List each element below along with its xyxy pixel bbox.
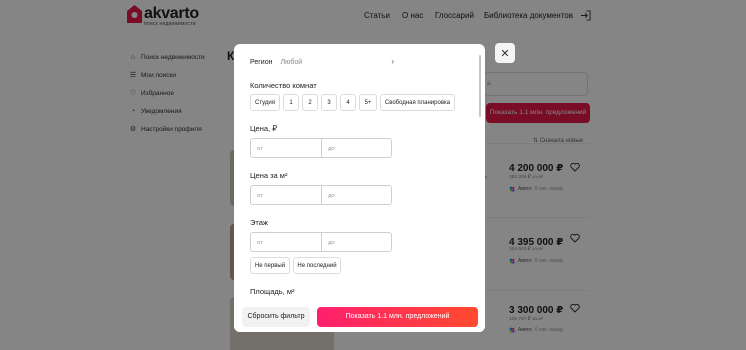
area-section-title: Площадь, м² [250,287,295,296]
close-modal-button[interactable]: ✕ [495,43,515,63]
region-value: Любой [280,58,303,66]
price-section-title: Цена, ₽ [250,124,277,133]
chevron-right-icon: › [391,57,394,66]
price-m2-from-input[interactable]: от [251,186,321,204]
floor-range: от до [250,232,392,252]
apply-filter-button[interactable]: Показать 1.1 млн. предложений [317,307,478,327]
floor-chip-not-last[interactable]: Не последний [293,257,341,274]
rooms-options: Студия 1 2 3 4 5+ Свободная планировка [250,94,455,111]
price-from-input[interactable]: от [251,139,321,157]
rooms-section-title: Количество комнат [250,81,317,90]
price-to-input[interactable]: до [321,139,391,157]
floor-options: Не первый Не последний [250,257,341,274]
floor-section-title: Этаж [250,218,268,227]
floor-chip-not-first[interactable]: Не первый [250,257,290,274]
rooms-chip-2[interactable]: 2 [302,94,318,111]
rooms-chip-3[interactable]: 3 [321,94,337,111]
rooms-chip-5plus[interactable]: 5+ [359,94,377,111]
price-m2-range: от до [250,185,392,205]
filter-footer: Сбросить фильтр Показать 1.1 млн. предло… [234,302,485,332]
price-m2-section-title: Цена за м² [250,171,288,180]
region-label: Регион [250,58,273,66]
price-range: от до [250,138,392,158]
region-selector[interactable]: Регион Любой › [250,56,394,68]
reset-filter-button[interactable]: Сбросить фильтр [242,307,310,327]
close-icon: ✕ [500,47,510,60]
rooms-chip-free-layout[interactable]: Свободная планировка [380,94,455,111]
modal-scrollbar[interactable] [479,55,481,117]
floor-to-input[interactable]: до [321,233,391,251]
filter-scroll-area[interactable]: Регион Любой › Количество комнат Студия … [234,44,485,302]
rooms-chip-1[interactable]: 1 [283,94,299,111]
rooms-chip-studio[interactable]: Студия [250,94,280,111]
rooms-chip-4[interactable]: 4 [340,94,356,111]
floor-from-input[interactable]: от [251,233,321,251]
price-m2-to-input[interactable]: до [321,186,391,204]
filter-modal: Регион Любой › Количество комнат Студия … [234,44,485,332]
